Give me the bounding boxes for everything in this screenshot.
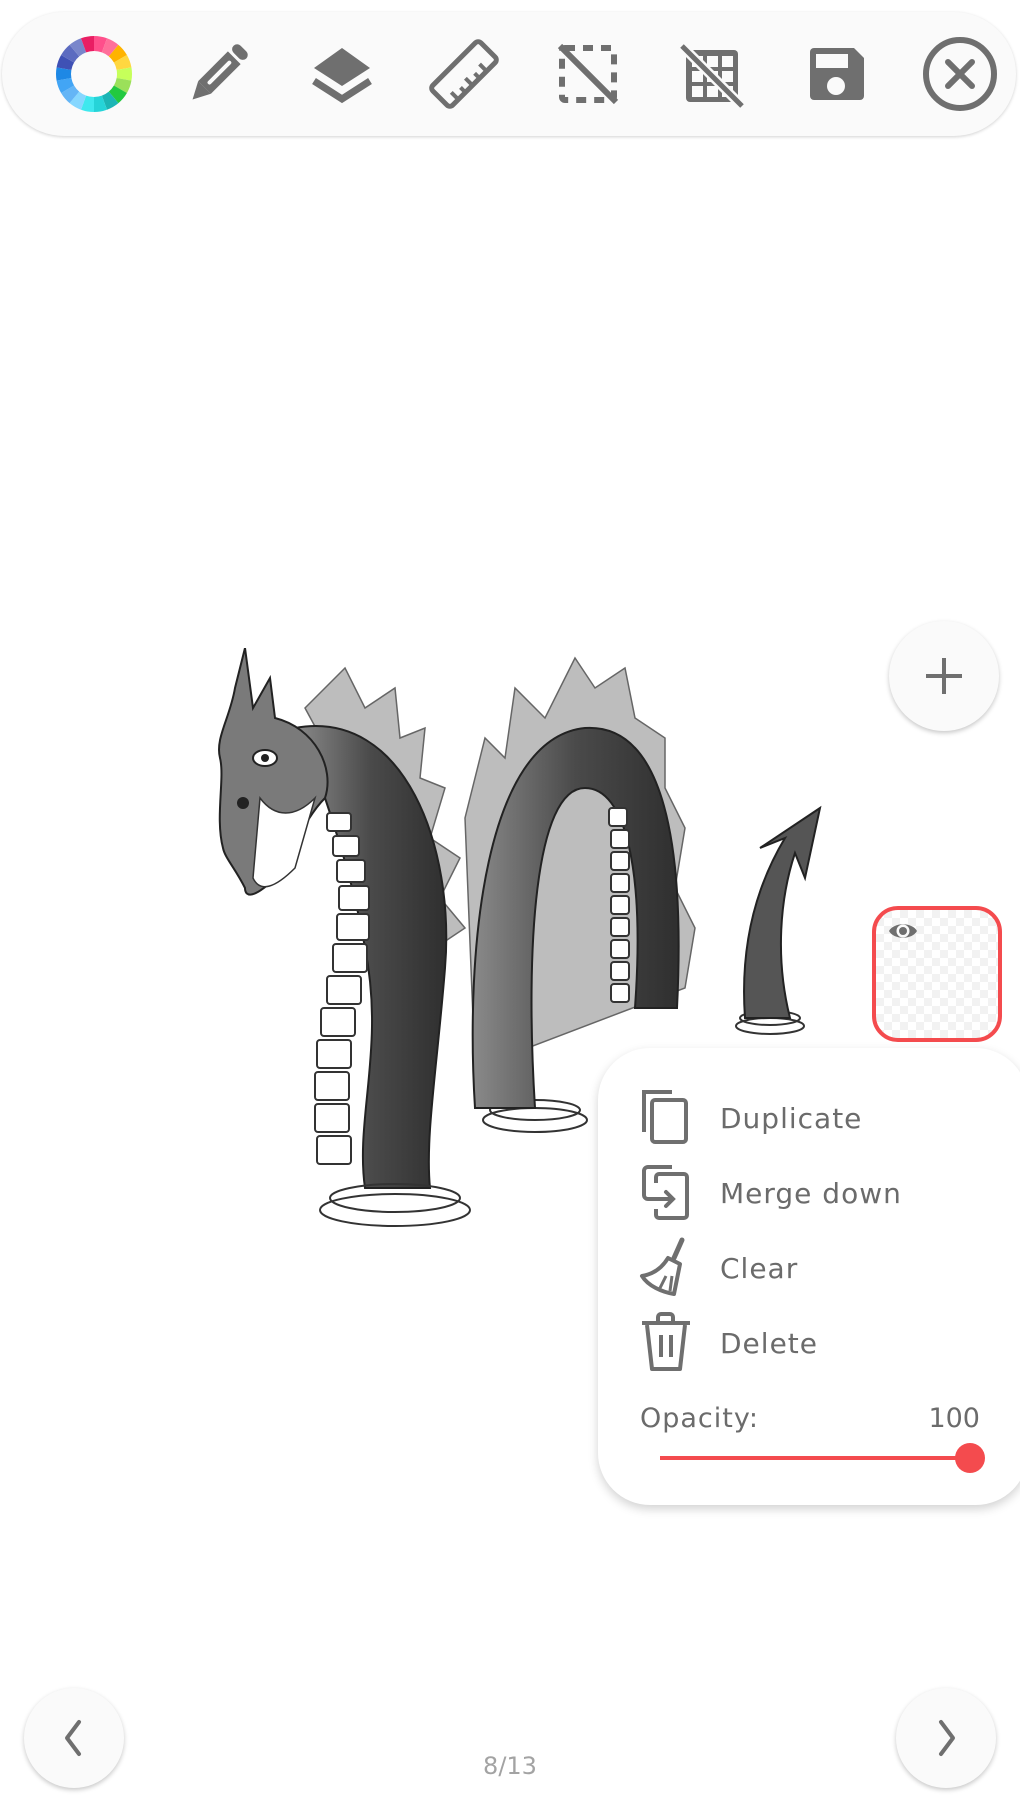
opacity-slider-thumb[interactable] <box>955 1443 985 1473</box>
ruler-button[interactable] <box>424 34 504 114</box>
menu-item-merge-down[interactable]: Merge down <box>638 1161 998 1225</box>
opacity-slider-track <box>660 1456 970 1460</box>
color-wheel-icon <box>56 36 132 112</box>
save-button[interactable] <box>796 34 876 114</box>
layer-thumbnail[interactable] <box>872 906 1002 1042</box>
selection-toggle-button[interactable] <box>548 34 628 114</box>
page-indicator: 8/13 <box>483 1752 537 1780</box>
pencil-icon <box>192 44 248 100</box>
menu-item-duplicate[interactable]: Duplicate <box>638 1086 998 1150</box>
eye-icon[interactable] <box>888 920 918 942</box>
opacity-label: Opacity: <box>640 1403 759 1434</box>
brush-button[interactable] <box>178 34 258 114</box>
grid-off-icon <box>678 42 746 110</box>
selection-off-icon <box>557 43 619 105</box>
belly-scales <box>314 812 370 1165</box>
broom-icon <box>638 1236 694 1300</box>
menu-item-delete[interactable]: Delete <box>638 1311 998 1375</box>
grid-toggle-button[interactable] <box>672 34 752 114</box>
menu-item-clear[interactable]: Clear <box>638 1236 998 1300</box>
top-toolbar <box>2 12 1016 136</box>
color-picker-button[interactable] <box>54 34 134 114</box>
trash-icon <box>638 1311 694 1375</box>
duplicate-icon <box>638 1086 694 1150</box>
save-icon <box>810 48 864 100</box>
merge-down-icon <box>638 1161 694 1225</box>
layers-icon <box>312 48 372 104</box>
plus-icon <box>926 658 962 694</box>
ruler-icon <box>429 39 499 109</box>
layers-button[interactable] <box>302 34 382 114</box>
opacity-value: 100 <box>928 1403 980 1434</box>
close-button[interactable] <box>920 34 1000 114</box>
add-layer-button[interactable] <box>889 621 999 731</box>
close-circle-icon <box>923 37 997 111</box>
layer-menu: Duplicate Merge down Clear Delete Opacit… <box>598 1048 1020 1505</box>
opacity-slider[interactable] <box>660 1438 985 1478</box>
